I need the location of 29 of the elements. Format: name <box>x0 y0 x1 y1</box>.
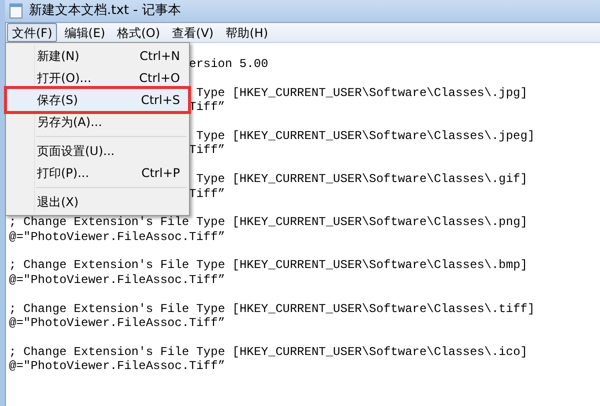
text-line: ; Change Extension's File Type [HKEY_CURRENT_USER\Software\Classes\.ico] <box>9 344 528 359</box>
menu-bar-item[interactable]: 查看(V) <box>167 23 219 42</box>
text-line: Tiff” <box>189 143 226 158</box>
text-line: ; Change Extension's File Type [HKEY_CURRENT_USER\Software\Classes\.png] <box>9 215 528 230</box>
text-line: ; Change Extension's File Type [HKEY_CURRENT_USER\Software\Classes\.tiff] <box>9 302 535 316</box>
text-line: ; Change Extension's File Type [HKEY_CURRENT_USER\Software\Classes\.bmp] <box>9 258 528 272</box>
menu-item[interactable]: 打印(P)... Ctrl+P <box>7 162 188 184</box>
text-line: Tiff” <box>189 100 226 114</box>
text-line: @="PhotoViewer.FileAssoc.Tiff” <box>9 272 226 287</box>
menu-bar-item[interactable]: 文件(F) <box>7 23 58 42</box>
menu-item[interactable]: 新建(N) Ctrl+N <box>7 45 188 67</box>
text-line: Type [HKEY_CURRENT_USER\Software\Classes\.jpg] <box>195 86 528 100</box>
text-line: Type [HKEY_CURRENT_USER\Software\Classes\.jpeg] <box>195 128 535 143</box>
menu-item[interactable]: 退出(X) <box>7 191 188 213</box>
notepad-icon <box>9 3 23 19</box>
text-line: @="PhotoViewer.FileAssoc.Tiff” <box>9 316 226 330</box>
menu-item[interactable]: 打开(O)... Ctrl+O <box>7 67 188 89</box>
window-title: 新建文本文档.txt - 记事本 <box>29 2 181 20</box>
text-line: ersion 5.00 <box>189 57 268 71</box>
text-line: @="PhotoViewer.FileAssoc.Tiff” <box>9 359 226 374</box>
menu-bar-item[interactable]: 格式(O) <box>112 23 166 42</box>
text-line: @="PhotoViewer.FileAssoc.Tiff” <box>9 230 226 244</box>
text-line: Type [HKEY_CURRENT_USER\Software\Classes\.gif] <box>195 172 528 186</box>
menu-item[interactable]: 页面设置(U)... <box>7 140 188 162</box>
menu-item[interactable]: 另存为(A)... <box>7 111 188 133</box>
menu-bar-item[interactable]: 帮助(H) <box>220 23 273 42</box>
menu-item[interactable]: 保存(S) Ctrl+S <box>7 89 188 111</box>
menu-bar-item[interactable]: 编辑(E) <box>59 23 110 42</box>
text-line: Tiff” <box>189 186 226 201</box>
